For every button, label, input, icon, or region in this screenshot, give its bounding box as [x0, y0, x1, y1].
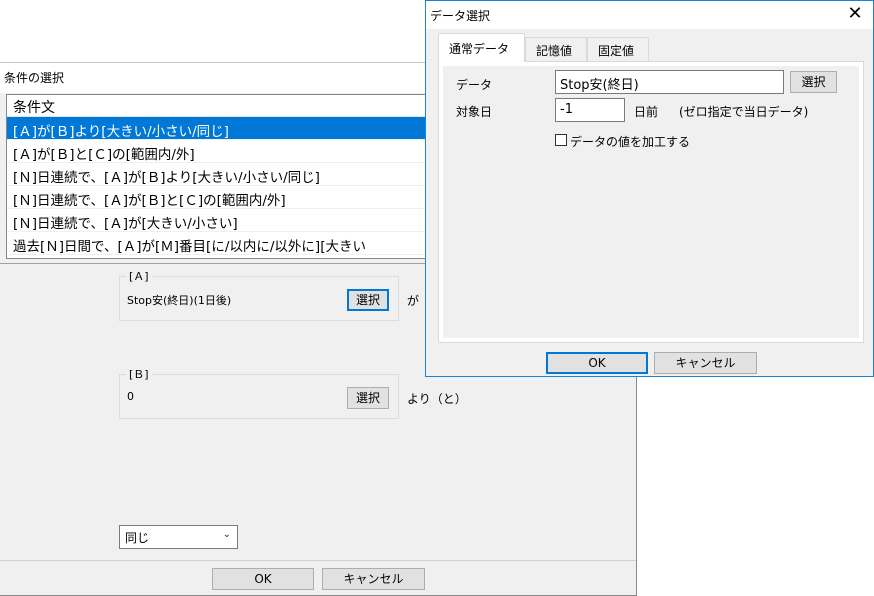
tab-fixed-value[interactable]: 固定値	[587, 37, 649, 61]
ok-button[interactable]: OK	[546, 352, 648, 374]
hint-text: (ゼロ指定で当日データ)	[679, 105, 809, 119]
group-a: [Ａ] Stop安(終日)(1日後) 選択	[119, 268, 399, 321]
group-a-suffix: が	[407, 294, 420, 308]
chevron-down-icon: ⌄	[222, 529, 231, 540]
data-select-dialog: データ選択 ✕ 通常データ 記憶値 固定値 データ Stop安(終日) 選択 対…	[425, 0, 874, 377]
cancel-button[interactable]: キャンセル	[322, 568, 425, 590]
data-field[interactable]: Stop安(終日)	[555, 70, 784, 94]
days-before-label: 日前	[634, 105, 659, 119]
cancel-button[interactable]: キャンセル	[654, 352, 757, 374]
compare-select-value: 同じ	[125, 531, 150, 545]
target-day-label: 対象日	[456, 105, 493, 119]
group-a-select-button[interactable]: 選択	[347, 289, 389, 311]
process-checkbox[interactable]	[555, 134, 567, 146]
tab-normal-data[interactable]: 通常データ	[438, 33, 525, 62]
process-checkbox-label[interactable]: データの値を加工する	[570, 133, 690, 150]
group-b-suffix: より（と）	[407, 392, 467, 406]
group-b: [Ｂ] 0 選択	[119, 366, 399, 419]
data-select-button[interactable]: 選択	[790, 71, 837, 93]
group-b-value: 0	[127, 390, 134, 403]
tab-panel-body: データ Stop安(終日) 選択 対象日 -1 日前 (ゼロ指定で当日データ) …	[443, 66, 859, 338]
divider	[0, 560, 636, 561]
dialog-title: データ選択	[426, 1, 873, 29]
group-a-label: [Ａ]	[126, 268, 152, 284]
tab-stored-value[interactable]: 記憶値	[525, 37, 587, 61]
target-day-field[interactable]: -1	[555, 98, 625, 122]
ok-button[interactable]: OK	[212, 568, 314, 590]
compare-select[interactable]: 同じ ⌄	[119, 525, 238, 549]
close-icon[interactable]: ✕	[843, 3, 867, 25]
group-a-value: Stop安(終日)(1日後)	[127, 294, 232, 307]
data-label: データ	[456, 78, 493, 92]
tab-panel: データ Stop安(終日) 選択 対象日 -1 日前 (ゼロ指定で当日データ) …	[438, 61, 864, 343]
group-b-select-button[interactable]: 選択	[347, 387, 389, 409]
group-b-label: [Ｂ]	[126, 366, 152, 382]
